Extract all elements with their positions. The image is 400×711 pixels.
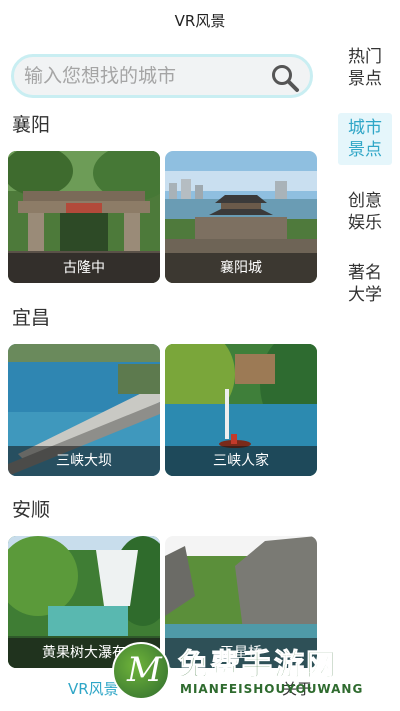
sidebar-item-hot-spots[interactable]: 热门 景点 (338, 42, 392, 94)
sidebar-item-label: 热门 (348, 47, 382, 67)
card-caption: 黄果树大瀑布 (8, 638, 160, 668)
card-caption: 古隆中 (8, 253, 160, 283)
card-caption: 天星桥 (165, 638, 317, 668)
section-title-anshun: 安顺 (12, 499, 51, 521)
search-input[interactable] (24, 65, 264, 87)
scenic-card-sanxia-daba[interactable]: 三峡大坝 (8, 344, 160, 476)
card-caption: 襄阳城 (165, 253, 317, 283)
scenic-card-gulongzhong[interactable]: 古隆中 (8, 151, 160, 283)
sidebar-item-label: 创意 (348, 191, 382, 211)
tab-vr-scenery[interactable]: VR风景 (68, 678, 119, 699)
search-bar[interactable] (11, 54, 313, 98)
section-title-xiangyang: 襄阳 (12, 114, 51, 136)
bottom-nav: VR风景 关于 (0, 670, 400, 711)
search-icon[interactable] (270, 63, 300, 93)
sidebar-item-creative-fun[interactable]: 创意 娱乐 (338, 186, 392, 238)
sidebar-item-universities[interactable]: 著名 大学 (338, 258, 392, 310)
sidebar-item-label: 景点 (348, 140, 382, 160)
sidebar-item-label: 著名 (348, 263, 382, 283)
tab-about[interactable]: 关于 (282, 678, 312, 699)
app-title: VR风景 (174, 12, 226, 30)
sidebar-item-label: 娱乐 (348, 213, 382, 233)
scenic-card-sanxia-renjia[interactable]: 三峡人家 (165, 344, 317, 476)
sidebar-item-label: 城市 (348, 118, 382, 138)
scenic-card-xiangyangcheng[interactable]: 襄阳城 (165, 151, 317, 283)
sidebar-item-label: 景点 (348, 69, 382, 89)
sidebar-item-city-spots[interactable]: 城市 景点 (338, 113, 392, 165)
sidebar-item-label: 大学 (348, 285, 382, 305)
section-title-yichang: 宜昌 (12, 307, 51, 329)
card-caption: 三峡人家 (165, 446, 317, 476)
scenic-card-huangguoshu[interactable]: 黄果树大瀑布 (8, 536, 160, 668)
scenic-card-tianxingqiao[interactable]: 天星桥 (165, 536, 317, 668)
card-caption: 三峡大坝 (8, 446, 160, 476)
